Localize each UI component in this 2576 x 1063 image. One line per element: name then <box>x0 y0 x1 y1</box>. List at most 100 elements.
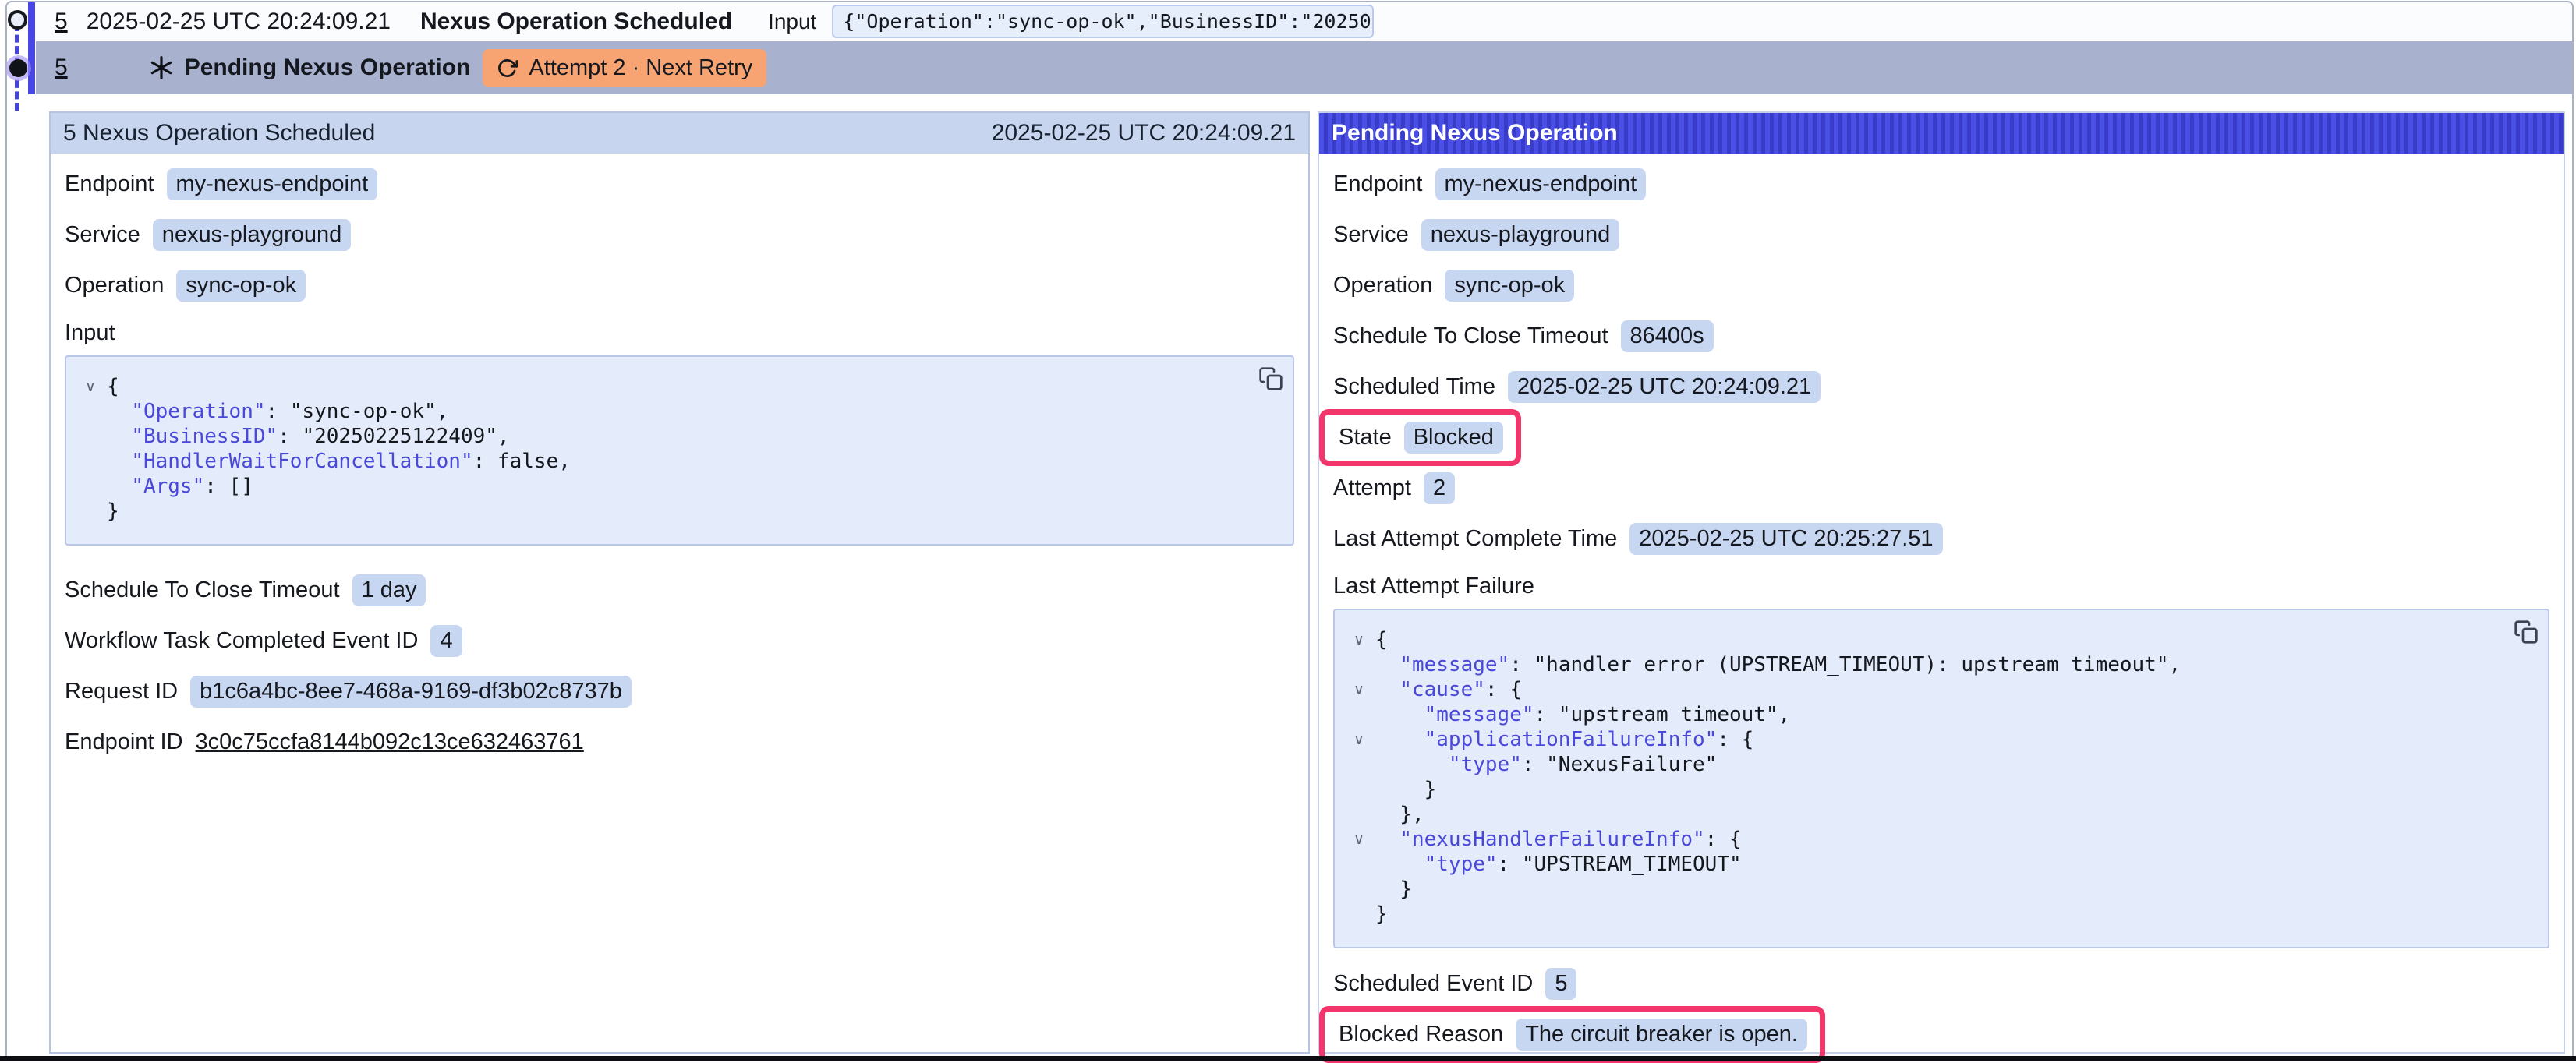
code-gutter <box>1343 752 1375 777</box>
field-wrap: Attempt 2 <box>1333 472 1455 504</box>
scheduled-panel-header: 5 Nexus Operation Scheduled 2025-02-25 U… <box>51 113 1308 154</box>
pending-fields-top: Endpoint my-nexus-endpoint Service nexus… <box>1333 168 2549 555</box>
event-input-preview-chip: {"Operation":"sync-op-ok","BusinessID":"… <box>832 5 1374 38</box>
field-label: Operation <box>1333 273 1432 298</box>
input-section-label: Input <box>65 320 1294 346</box>
field-value-badge: 5 <box>1545 968 1576 1000</box>
field-label: Service <box>1333 222 1409 248</box>
code-line-text: { <box>107 374 119 399</box>
code-line-text: "type": "NexusFailure" <box>1375 752 1717 777</box>
code-line-text: "message": "handler error (UPSTREAM_TIME… <box>1375 652 2181 677</box>
code-line-text: } <box>1375 777 1436 802</box>
code-gutter <box>1343 702 1375 727</box>
code-line-text: "HandlerWaitForCancellation": false, <box>107 449 571 474</box>
field-wrap: Endpoint my-nexus-endpoint <box>65 168 377 200</box>
field-row: Schedule To Close Timeout 86400s <box>1333 320 2549 352</box>
field-value-badge: 2025-02-25 UTC 20:24:09.21 <box>1508 371 1821 403</box>
field-row: Service nexus-playground <box>65 218 1294 251</box>
field-label: State <box>1339 425 1392 450</box>
collapse-chevron-icon[interactable]: ∨ <box>1343 827 1375 852</box>
field-wrap: Operation sync-op-ok <box>65 270 306 302</box>
field-row: Endpoint ID 3c0c75ccfa8144b092c13ce63246… <box>65 726 1294 758</box>
field-wrap: Request ID b1c6a4bc-8ee7-468a-9169-df3b0… <box>65 676 632 708</box>
field-label: Scheduled Event ID <box>1333 971 1533 997</box>
field-value-badge: sync-op-ok <box>176 270 306 302</box>
event-title: Nexus Operation Scheduled <box>420 9 732 35</box>
field-value-link[interactable]: 3c0c75ccfa8144b092c13ce632463761 <box>196 726 584 758</box>
pending-event-title: Pending Nexus Operation <box>185 55 471 81</box>
scheduled-panel-time: 2025-02-25 UTC 20:24:09.21 <box>992 120 1296 147</box>
field-wrap: Workflow Task Completed Event ID 4 <box>65 625 462 657</box>
event-id-link[interactable]: 5 <box>55 9 68 35</box>
copy-icon[interactable] <box>2514 620 2539 645</box>
field-label: Blocked Reason <box>1339 1022 1503 1047</box>
failure-json-block: ∨{ "message": "handler error (UPSTREAM_T… <box>1333 609 2549 948</box>
field-label: Workflow Task Completed Event ID <box>65 628 418 654</box>
field-wrap: Scheduled Event ID 5 <box>1333 968 1576 1000</box>
pending-asterisk-icon <box>149 55 174 80</box>
collapse-chevron-icon[interactable]: ∨ <box>74 374 107 399</box>
code-line-text: }, <box>1375 802 1424 827</box>
field-label: Endpoint <box>65 171 154 197</box>
timeline-marker-scheduled-icon <box>8 10 27 30</box>
code-line-text: } <box>1375 902 1388 927</box>
event-id-link[interactable]: 5 <box>55 55 68 81</box>
retry-status-badge: Attempt 2 · Next Retry <box>483 49 766 87</box>
code-gutter <box>74 424 107 449</box>
scheduled-panel-title: 5 Nexus Operation Scheduled <box>63 120 375 147</box>
collapse-chevron-icon[interactable]: ∨ <box>1343 727 1375 752</box>
pending-panel-header: Pending Nexus Operation <box>1319 113 2564 154</box>
retry-badge-label: Attempt 2 · Next Retry <box>529 55 752 81</box>
code-line-text: { <box>1375 627 1388 652</box>
field-row: Blocked Reason The circuit breaker is op… <box>1333 1018 2549 1051</box>
field-wrap: Last Attempt Complete Time 2025-02-25 UT… <box>1333 523 1943 555</box>
field-row: Request ID b1c6a4bc-8ee7-468a-9169-df3b0… <box>65 675 1294 708</box>
field-value-badge: my-nexus-endpoint <box>167 168 378 200</box>
failure-section-label: Last Attempt Failure <box>1333 573 2549 599</box>
code-gutter <box>1343 902 1375 927</box>
field-row: Scheduled Event ID 5 <box>1333 967 2549 1000</box>
field-row: Workflow Task Completed Event ID 4 <box>65 624 1294 657</box>
field-wrap: Endpoint my-nexus-endpoint <box>1333 168 1646 200</box>
field-wrap: Service nexus-playground <box>65 219 351 251</box>
event-row-pending[interactable]: 5 Pending Nexus Operation Attempt 2 · Ne… <box>36 41 2572 94</box>
field-value-badge: 1 day <box>352 574 426 606</box>
field-row: Endpoint my-nexus-endpoint <box>65 168 1294 200</box>
code-line-text: } <box>1375 877 1412 902</box>
field-wrap: Endpoint ID 3c0c75ccfa8144b092c13ce63246… <box>65 726 584 758</box>
collapse-chevron-icon[interactable]: ∨ <box>1343 677 1375 702</box>
field-value-badge: 2025-02-25 UTC 20:25:27.51 <box>1629 523 1942 555</box>
code-gutter <box>1343 777 1375 802</box>
code-line-text: "message": "upstream timeout", <box>1375 702 1790 727</box>
scheduled-event-panel: 5 Nexus Operation Scheduled 2025-02-25 U… <box>49 111 1310 1054</box>
scheduled-fields-top: Endpoint my-nexus-endpoint Service nexus… <box>65 168 1294 302</box>
field-value-badge: Blocked <box>1404 422 1503 454</box>
code-gutter <box>74 499 107 524</box>
code-line-text: "Operation": "sync-op-ok", <box>107 399 448 424</box>
code-line-text: "cause": { <box>1375 677 1522 702</box>
field-wrap: Operation sync-op-ok <box>1333 270 1574 302</box>
code-line-text: } <box>107 499 119 524</box>
copy-icon[interactable] <box>1258 366 1283 391</box>
code-gutter <box>74 474 107 499</box>
field-wrap: Schedule To Close Timeout 1 day <box>65 574 426 606</box>
field-value-badge: my-nexus-endpoint <box>1435 168 1647 200</box>
field-wrap: Schedule To Close Timeout 86400s <box>1333 320 1714 352</box>
field-value-badge: nexus-playground <box>153 219 352 251</box>
field-value-badge: nexus-playground <box>1421 219 1620 251</box>
code-gutter <box>74 449 107 474</box>
refresh-icon <box>497 58 518 79</box>
field-row: Endpoint my-nexus-endpoint <box>1333 168 2549 200</box>
field-value-badge: 4 <box>430 625 462 657</box>
pending-operation-panel: Pending Nexus Operation Endpoint my-nexu… <box>1318 111 2565 1054</box>
code-line-text: "type": "UPSTREAM_TIMEOUT" <box>1375 852 1742 877</box>
field-label: Endpoint <box>1333 171 1423 197</box>
event-row-scheduled[interactable]: 5 2025-02-25 UTC 20:24:09.21 Nexus Opera… <box>36 2 2572 41</box>
field-value-badge: The circuit breaker is open. <box>1516 1019 1807 1051</box>
field-value-badge: 2 <box>1424 472 1455 504</box>
timeline-marker-pending-icon <box>9 59 27 77</box>
collapse-chevron-icon[interactable]: ∨ <box>1343 627 1375 652</box>
input-json-block: ∨{ "Operation": "sync-op-ok", "BusinessI… <box>65 355 1294 546</box>
field-wrap: Scheduled Time 2025-02-25 UTC 20:24:09.2… <box>1333 371 1821 403</box>
pending-fields-bottom: Scheduled Event ID 5 Blocked Reason The … <box>1333 967 2549 1051</box>
